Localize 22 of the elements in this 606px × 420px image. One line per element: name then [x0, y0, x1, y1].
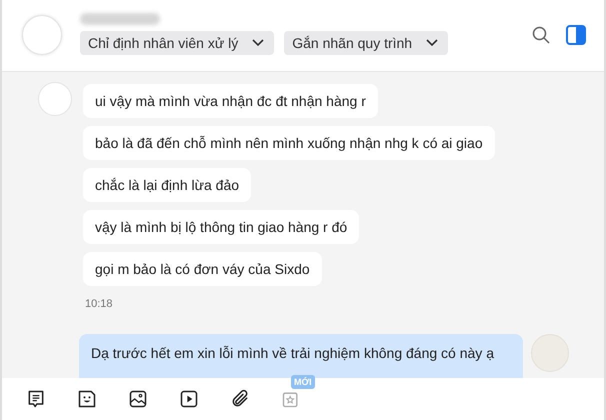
message-bubble: gọi m bảo là có đơn váy của Sixdo	[83, 252, 322, 286]
sticker-icon[interactable]	[77, 389, 97, 409]
avatar-circle	[38, 82, 72, 116]
timestamp: 10:18	[85, 298, 113, 310]
dropdown-button[interactable]: Gắn nhãn quy trình	[284, 31, 448, 55]
message-bubble: bảo là đã đến chỗ mình nên mình xuống nhận nhg k có ai giao	[83, 126, 495, 160]
new-badge: MỚI	[291, 375, 315, 389]
message-icon[interactable]	[26, 389, 46, 409]
dropdown-button[interactable]: Chỉ định nhân viên xử lý	[80, 31, 274, 55]
message-bubble: Dạ trước hết em xin lỗi mình về trải nghiệm không đáng có này ạ	[79, 334, 523, 378]
message-bubble: vậy là mình bị lộ thông tin giao hàng r đó	[83, 210, 360, 244]
video-icon[interactable]	[179, 389, 199, 409]
message-bubble: ui vậy mà mình vừa nhận đc đt nhận hàng r	[83, 84, 378, 118]
chevron-icon	[426, 39, 438, 47]
image-icon[interactable]	[128, 389, 148, 409]
avatar-circle	[22, 15, 62, 55]
side-panel-icon[interactable]	[566, 25, 586, 45]
search-icon[interactable]	[532, 26, 550, 44]
avatar-circle	[531, 334, 569, 372]
message-bubble: chắc là lại định lừa đảo	[83, 168, 252, 202]
chevron-icon	[252, 39, 264, 47]
paperclip-icon[interactable]	[230, 389, 250, 409]
